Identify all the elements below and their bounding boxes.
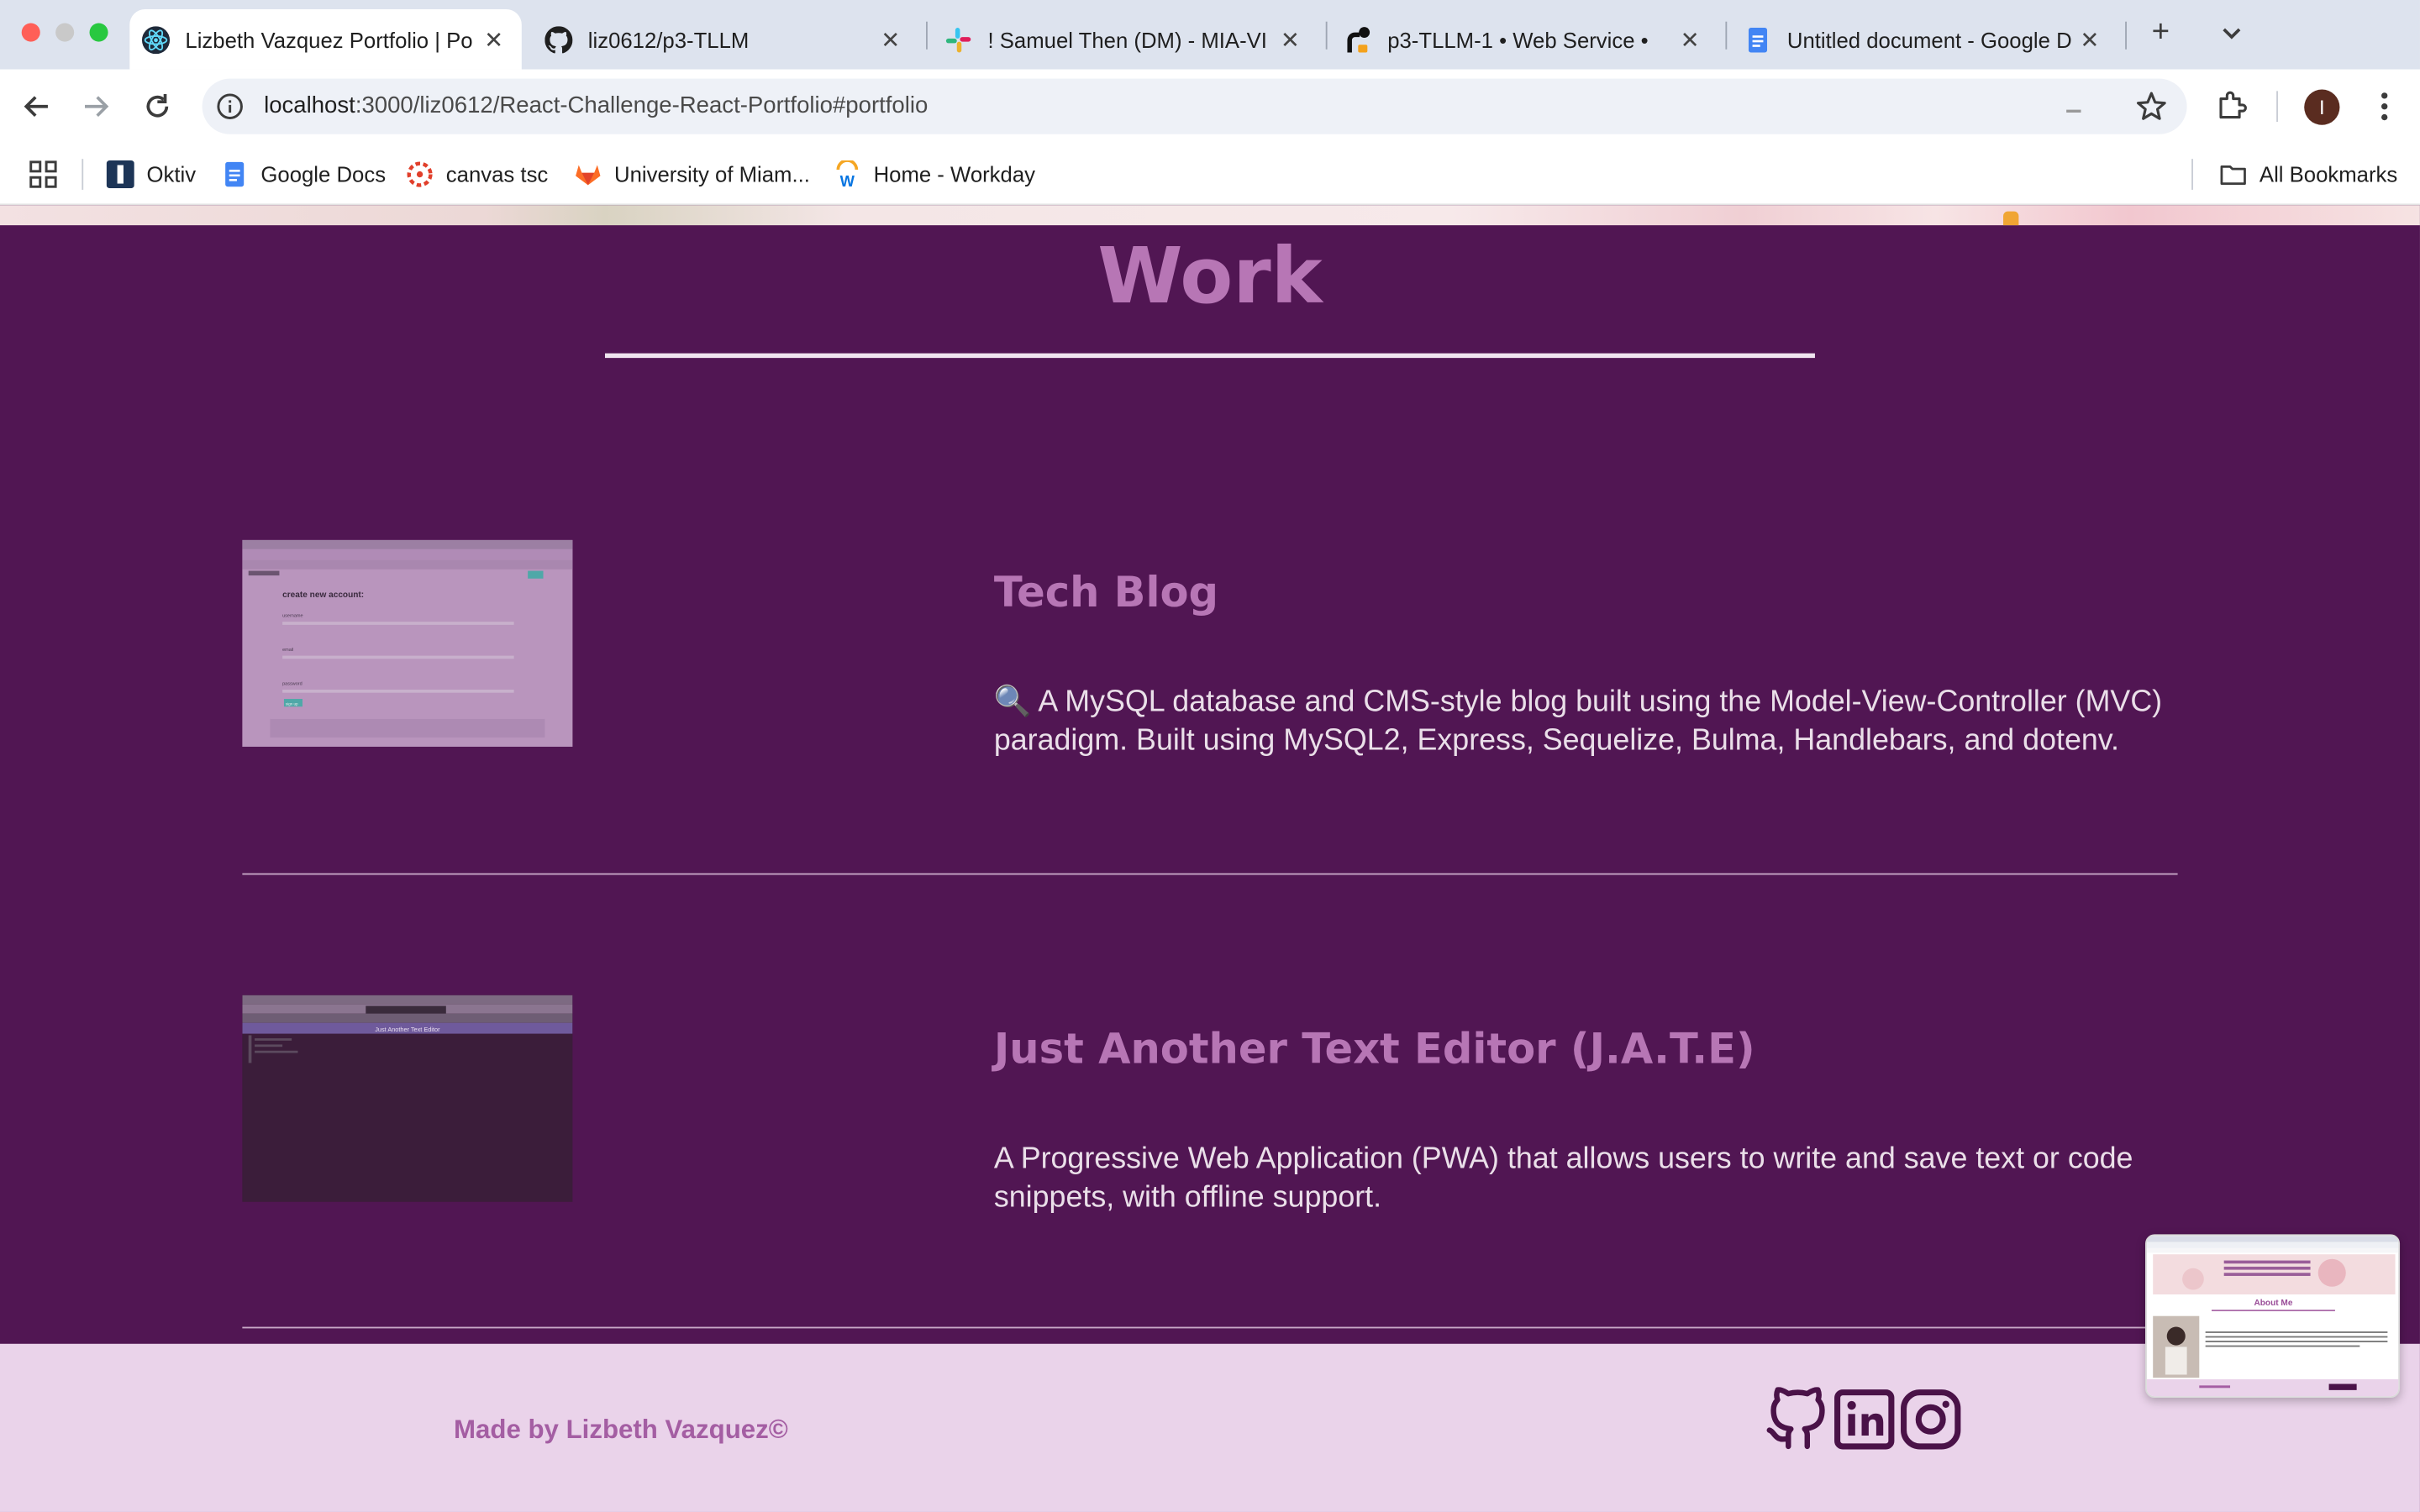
- project-divider: [242, 1326, 2178, 1329]
- bookmark-workday[interactable]: W Home - Workday: [834, 157, 1035, 191]
- new-tab-button[interactable]: +: [2144, 15, 2177, 49]
- canvas-icon: [406, 160, 434, 188]
- linkedin-icon[interactable]: [1832, 1387, 1897, 1452]
- folder-icon: [2219, 160, 2247, 188]
- tab-title: ! Samuel Then (DM) - MIA-VI: [987, 27, 1267, 52]
- thumb-field-label: password: [282, 681, 302, 686]
- tab-github[interactable]: liz0612/p3-TLLM ✕: [533, 9, 918, 70]
- project-divider: [242, 873, 2178, 875]
- tab-title: Untitled document - Google D: [1786, 27, 2072, 52]
- url-host: localhost: [264, 92, 355, 119]
- tab-divider: [1325, 21, 1328, 50]
- project-description-text: A MySQL database and CMS-style blog buil…: [993, 685, 2163, 758]
- close-window-button[interactable]: [21, 23, 40, 42]
- google-docs-icon: [1744, 25, 1771, 53]
- tab-strip: Lizbeth Vazquez Portfolio | Po ✕ liz0612…: [0, 0, 2420, 70]
- page-footer: Made by Lizbeth Vazquez©: [0, 1343, 2420, 1512]
- bookmark-label: Google Docs: [260, 161, 387, 187]
- back-arrow-icon[interactable]: [18, 88, 55, 125]
- bookmark-label: Home - Workday: [873, 161, 1036, 187]
- bookmarks-bar: Oktiv Google Docs canvas tsc University …: [0, 143, 2420, 206]
- oktiv-icon: [106, 160, 134, 189]
- tab-slack[interactable]: ! Samuel Then (DM) - MIA-VI ✕: [932, 9, 1318, 70]
- tab-close-icon[interactable]: ✕: [481, 25, 506, 53]
- thumb-button: sign up: [286, 701, 298, 706]
- all-bookmarks-button[interactable]: All Bookmarks: [2219, 157, 2397, 191]
- project-thumbnail[interactable]: create new account: username email passw…: [242, 539, 573, 747]
- tab-title: p3-TLLM-1 • Web Service •: [1387, 27, 1649, 52]
- tab-search-chevron-icon[interactable]: [2215, 15, 2249, 49]
- extensions-puzzle-icon[interactable]: [2215, 88, 2249, 122]
- svg-text:W: W: [840, 172, 855, 188]
- forward-arrow-icon[interactable]: [77, 88, 114, 125]
- project-thumbnail[interactable]: Just Another Text Editor: [242, 995, 573, 1202]
- menu-kebab-icon[interactable]: [2369, 88, 2400, 125]
- toolbar-divider: [2276, 91, 2278, 123]
- bookmarks-divider: [82, 159, 84, 190]
- google-docs-icon: [221, 160, 249, 188]
- github-icon[interactable]: [1764, 1387, 1828, 1452]
- url-text: localhost:3000/liz0612/React-Challenge-R…: [264, 92, 928, 118]
- thumb-field-label: username: [282, 614, 302, 619]
- site-info-icon[interactable]: [216, 92, 244, 120]
- address-bar[interactable]: localhost:3000/liz0612/React-Challenge-R…: [202, 78, 2187, 134]
- project-description: A Progressive Web Application (PWA) that…: [993, 1142, 2133, 1215]
- tab-title: Lizbeth Vazquez Portfolio | Po: [185, 27, 473, 52]
- bookmark-google-docs[interactable]: Google Docs: [221, 157, 386, 191]
- tab-close-icon[interactable]: ✕: [878, 25, 902, 53]
- tab-render[interactable]: p3-TLLM-1 • Web Service • ✕: [1332, 9, 1718, 70]
- minimize-window-button[interactable]: [55, 23, 75, 42]
- tab-title: liz0612/p3-TLLM: [587, 27, 750, 52]
- tab-divider: [2125, 21, 2127, 50]
- bookmark-canvas[interactable]: canvas tsc: [406, 157, 548, 191]
- tab-close-icon[interactable]: ✕: [1677, 25, 1702, 53]
- magnifier-emoji-icon: 🔍: [993, 685, 1032, 719]
- reload-icon[interactable]: [139, 88, 176, 125]
- bookmark-oktiv[interactable]: Oktiv: [106, 157, 197, 191]
- maximize-window-button[interactable]: [89, 23, 108, 42]
- gitlab-icon: [574, 160, 602, 188]
- thumb-heading: Just Another Text Editor: [375, 1026, 440, 1033]
- bookmarks-divider: [2191, 159, 2193, 190]
- install-app-icon[interactable]: ▁: [2066, 91, 2081, 113]
- tab-divider: [926, 21, 928, 50]
- about-me-preview: About Me: [2146, 1236, 2399, 1397]
- portfolio-page: Work create new account: username email …: [0, 205, 2420, 1512]
- footer-credit: Made by Lizbeth Vazquez©: [453, 1415, 788, 1445]
- tab-close-icon[interactable]: ✕: [1278, 25, 1302, 53]
- section-title: Work: [1097, 231, 1323, 322]
- tab-divider: [1725, 21, 1728, 50]
- bookmark-star-icon[interactable]: [2134, 90, 2168, 123]
- bookmark-label: Oktiv: [146, 161, 197, 187]
- slack-icon: [944, 25, 972, 53]
- browser-window: Lizbeth Vazquez Portfolio | Po ✕ liz0612…: [0, 0, 2420, 1512]
- tech-blog-screenshot: create new account: username email passw…: [242, 539, 573, 738]
- bookmark-label: University of Miam...: [614, 161, 810, 187]
- title-underline: [604, 353, 1815, 359]
- github-icon: [544, 25, 573, 53]
- thumb-field-label: email: [282, 648, 293, 653]
- preview-title: About Me: [2254, 1299, 2292, 1308]
- page-preview-popup[interactable]: About Me: [2145, 1234, 2401, 1399]
- workday-icon: W: [834, 160, 861, 188]
- url-path: :3000/liz0612/React-Challenge-React-Port…: [355, 92, 929, 119]
- bookmark-university[interactable]: University of Miam...: [574, 157, 810, 191]
- jate-screenshot: Just Another Text Editor: [242, 995, 573, 1063]
- project-description: 🔍 A MySQL database and CMS-style blog bu…: [994, 684, 2190, 761]
- all-bookmarks-label: All Bookmarks: [2259, 161, 2398, 187]
- instagram-icon[interactable]: [1898, 1387, 1963, 1452]
- project-title[interactable]: Tech Blog: [994, 570, 1218, 617]
- thumb-heading: create new account:: [282, 591, 364, 600]
- tab-portfolio[interactable]: Lizbeth Vazquez Portfolio | Po ✕: [129, 9, 522, 70]
- profile-avatar[interactable]: I: [2304, 89, 2340, 125]
- tab-close-icon[interactable]: ✕: [2077, 25, 2102, 53]
- tab-google-doc[interactable]: Untitled document - Google D ✕: [1732, 9, 2118, 70]
- render-icon: [1344, 25, 1372, 53]
- hero-image-edge: [0, 205, 2420, 226]
- browser-toolbar: localhost:3000/liz0612/React-Challenge-R…: [0, 69, 2420, 144]
- project-title[interactable]: Just Another Text Editor (J.A.T.E): [994, 1026, 1755, 1074]
- apps-grid-icon[interactable]: [29, 160, 57, 188]
- react-icon: [141, 25, 171, 54]
- bookmark-label: canvas tsc: [445, 161, 549, 187]
